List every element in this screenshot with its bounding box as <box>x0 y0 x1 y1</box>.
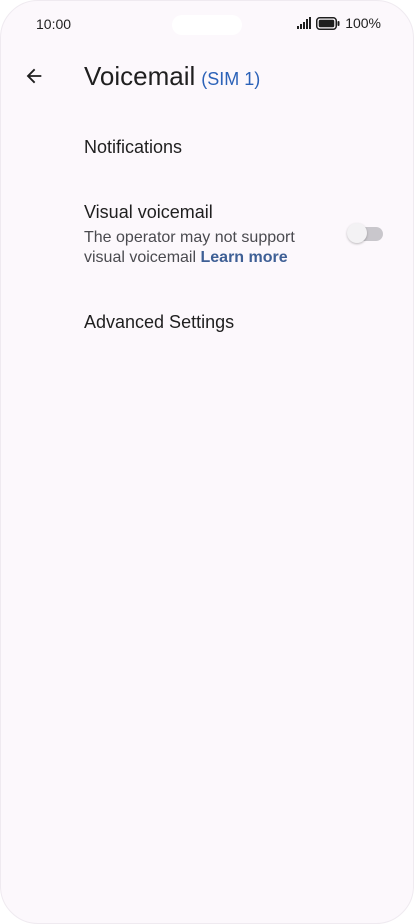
learn-more-link[interactable]: Learn more <box>201 249 288 266</box>
battery-icon <box>316 16 340 30</box>
sim-label: (SIM 1) <box>201 69 261 89</box>
toggle-thumb <box>347 223 367 243</box>
arrow-back-icon <box>23 65 45 92</box>
phone-screen: 10:00 100% Voicemail (SIM 1) Notificatio… <box>0 0 414 924</box>
page-title-group: Voicemail (SIM 1) <box>84 61 260 92</box>
notifications-title: Notifications <box>84 137 183 157</box>
visual-voicemail-setting[interactable]: Visual voicemail The operator may not su… <box>84 200 389 268</box>
battery-percent: 100% <box>345 15 381 31</box>
advanced-settings[interactable]: Advanced Settings <box>84 310 389 334</box>
status-time: 10:00 <box>36 16 72 32</box>
camera-cutout <box>172 15 242 35</box>
page-title: Voicemail <box>84 61 196 91</box>
app-bar: Voicemail (SIM 1) <box>1 53 413 105</box>
advanced-settings-title: Advanced Settings <box>84 312 235 332</box>
visual-voicemail-title: Visual voicemail <box>84 202 213 222</box>
notifications-setting[interactable]: Notifications <box>84 135 389 159</box>
back-button[interactable] <box>15 59 53 97</box>
status-icons: 100% <box>297 15 381 31</box>
signal-icon <box>297 17 312 29</box>
status-bar: 10:00 100% <box>1 1 413 47</box>
visual-voicemail-toggle[interactable] <box>347 222 383 244</box>
visual-voicemail-summary: The operator may not support visual voic… <box>84 228 324 268</box>
